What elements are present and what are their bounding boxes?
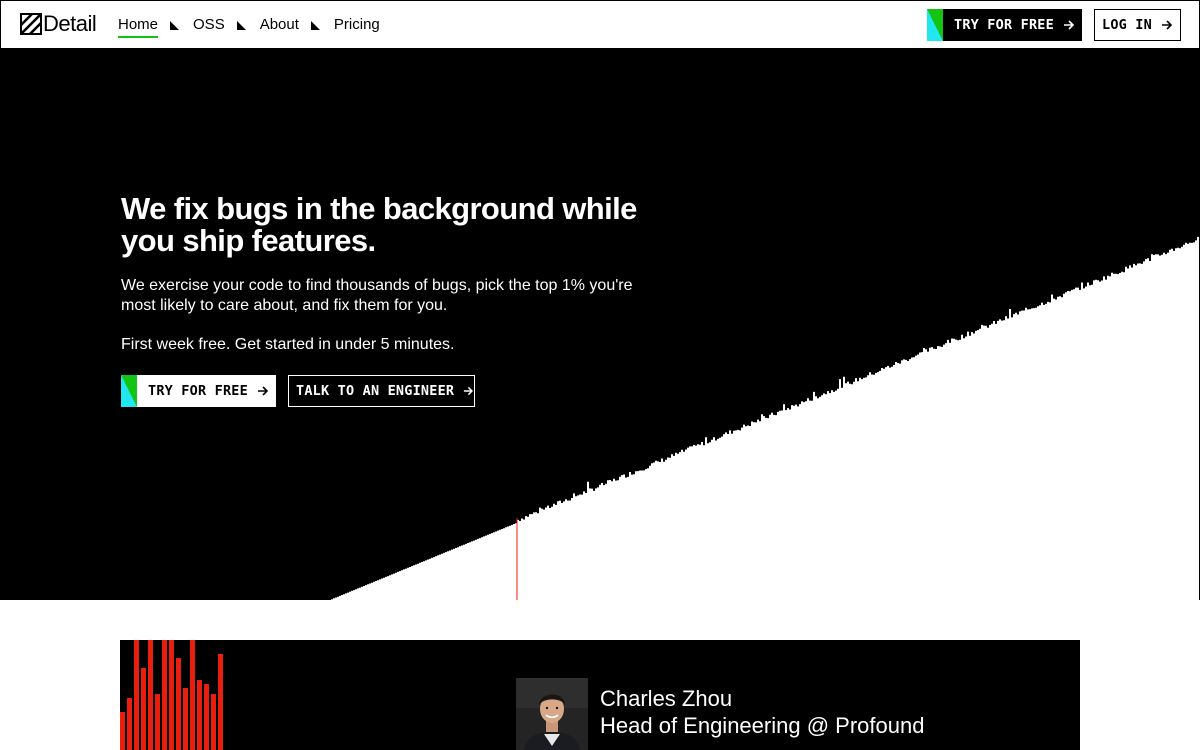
brand-name: Detail: [43, 11, 97, 36]
arrow-right-icon: [464, 386, 474, 396]
red-bar: [183, 688, 188, 750]
red-bars-graphic: [120, 640, 223, 750]
red-bar: [134, 640, 139, 750]
arrow-right-icon: [1063, 20, 1075, 30]
nav-link-home[interactable]: Home: [118, 16, 159, 38]
hero-note: First week free. Get started in under 5 …: [121, 336, 455, 353]
red-bar: [176, 658, 181, 750]
red-bar: [155, 694, 160, 750]
red-bar: [211, 694, 216, 750]
triangle-separator-icon: [310, 20, 320, 30]
brand-logo[interactable]: Detail: [20, 11, 97, 36]
hero-title: We fix bugs in the background while you …: [121, 191, 637, 258]
nav-link-oss[interactable]: OSS: [193, 16, 225, 34]
hero-subtitle: We exercise your code to find thousands …: [121, 277, 633, 314]
person-name: Charles Zhou: [600, 686, 733, 711]
triangle-separator-icon: [236, 20, 246, 30]
red-bar: [218, 654, 223, 750]
person-portrait-icon: [516, 678, 588, 750]
hatched-square-icon: [20, 13, 42, 35]
arrow-right-icon: [257, 386, 269, 396]
hero-bug-histogram-graphic: [329, 236, 1199, 600]
red-bar: [190, 640, 195, 750]
avatar: [516, 678, 588, 750]
testimonial-card: Charles Zhou Head of Engineering @ Profo…: [120, 640, 1080, 750]
red-bar: [162, 640, 167, 750]
talk-to-engineer-button[interactable]: TALK TO AN ENGINEER: [288, 375, 475, 407]
primary-nav: Home OSS About Pricing: [118, 16, 380, 38]
hero-try-label: TRY FOR FREE: [148, 383, 248, 399]
arrow-right-icon: [1161, 20, 1173, 30]
gradient-swatch-icon: [121, 375, 137, 407]
red-bar: [141, 668, 146, 750]
nav-link-about[interactable]: About: [260, 16, 299, 34]
nav-try-for-free-button[interactable]: TRY FOR FREE: [927, 9, 1082, 41]
red-bar: [197, 680, 202, 750]
talk-label: TALK TO AN ENGINEER: [296, 383, 455, 399]
top-nav: Detail Home OSS About Pricing TRY FOR FR…: [0, 0, 1200, 48]
red-bar: [120, 712, 125, 750]
red-bar: [148, 640, 153, 750]
red-bar: [169, 640, 174, 750]
hero-section: We fix bugs in the background while you …: [0, 48, 1200, 600]
login-button[interactable]: LOG IN: [1094, 9, 1181, 41]
login-label: LOG IN: [1102, 17, 1152, 33]
red-bar: [204, 684, 209, 750]
gradient-swatch-icon: [927, 9, 943, 41]
red-bar: [127, 698, 132, 750]
nav-try-label: TRY FOR FREE: [954, 17, 1054, 33]
hero-try-for-free-button[interactable]: TRY FOR FREE: [121, 375, 276, 407]
triangle-separator-icon: [170, 20, 180, 30]
nav-link-pricing[interactable]: Pricing: [334, 16, 380, 34]
person-role: Head of Engineering @ Profound: [600, 713, 925, 738]
